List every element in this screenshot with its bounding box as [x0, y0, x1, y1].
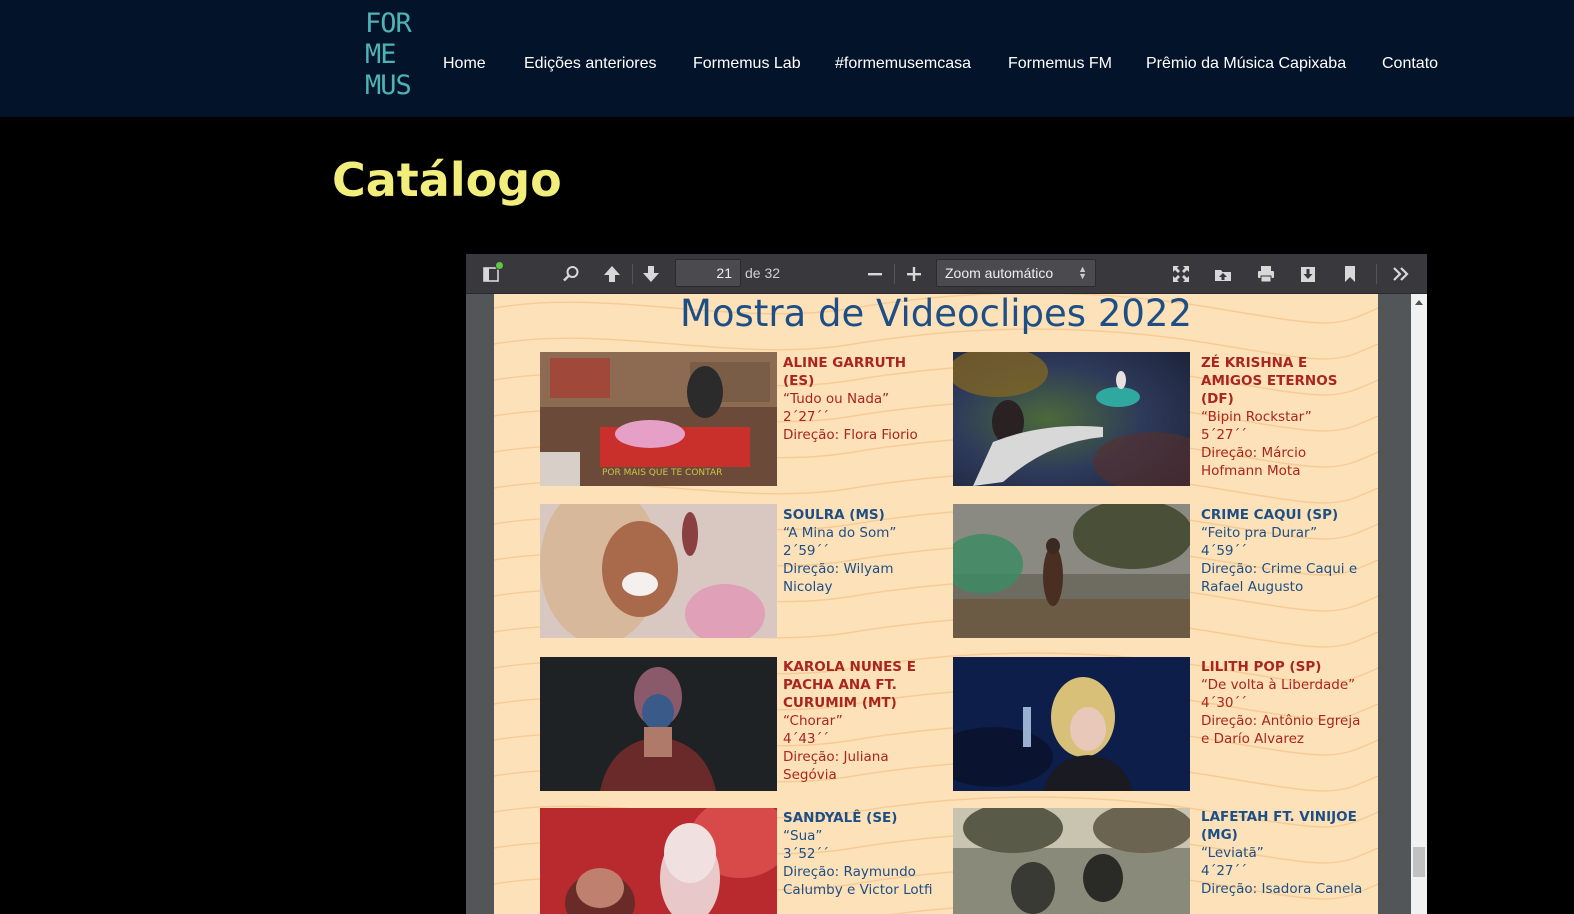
entry-duration: 4´59´´ — [1201, 543, 1248, 559]
entry-song: “Tudo ou Nada” — [783, 391, 890, 407]
open-file-icon — [1215, 270, 1231, 281]
entry-duration: 4´43´´ — [783, 731, 830, 747]
double-chevron-right-icon — [1393, 267, 1409, 281]
find-button[interactable] — [557, 260, 585, 288]
vertical-scrollbar[interactable] — [1411, 294, 1427, 914]
nav-formemusemcasa[interactable]: #formemusemcasa — [835, 52, 971, 76]
entry-duration: 4´30´´ — [1201, 695, 1248, 711]
page-number-input[interactable] — [675, 259, 741, 287]
pdf-page-title: Mostra de Videoclipes 2022 — [679, 294, 1193, 335]
entry-duration: 2´27´´ — [783, 409, 830, 425]
entry-direction: Direção: Márcio Hofmann Mota — [1201, 445, 1307, 479]
entry-song: “Sua” — [783, 828, 823, 844]
plus-icon — [907, 267, 921, 281]
printer-icon — [1258, 266, 1274, 283]
entry-artist: LAFETAH FT. VINIJOE (MG) — [1201, 809, 1357, 843]
nav-contato[interactable]: Contato — [1382, 52, 1438, 76]
entry-direction: Direção: Wilyam Nicolay — [783, 561, 894, 595]
arrow-up-icon — [604, 266, 620, 282]
nav-home[interactable]: Home — [443, 52, 486, 76]
pdf-page: Mostra de Videoclipes 2022 POR MAIS QUE … — [494, 294, 1378, 914]
video-entry: ALINE GARRUTH (ES) “Tudo ou Nada” 2´27´´… — [783, 354, 933, 444]
scroll-up-arrow-icon[interactable] — [1415, 300, 1423, 305]
entry-artist: KAROLA NUNES E PACHA ANA FT. CURUMIM (MT… — [783, 659, 916, 711]
next-page-button[interactable] — [637, 260, 665, 288]
entry-song: “Chorar” — [783, 713, 843, 729]
download-button[interactable] — [1294, 260, 1322, 288]
tools-menu-button[interactable] — [1387, 260, 1415, 288]
entry-song: “Leviatã” — [1201, 845, 1264, 861]
site-header: FOR ME MUS Home Edições anteriores Forme… — [0, 0, 1574, 117]
pdf-viewer: de 32 Zoom automático ▲▼ — [466, 254, 1427, 914]
entry-duration: 4´27´´ — [1201, 863, 1248, 879]
entry-direction: Direção: Crime Caqui e Rafael Augusto — [1201, 561, 1358, 595]
entry-artist: SANDYALÊ (SE) — [783, 810, 898, 826]
document-area[interactable]: Mostra de Videoclipes 2022 POR MAIS QUE … — [466, 294, 1411, 914]
entry-song: “Bipin Rockstar” — [1201, 409, 1312, 425]
video-entry: SANDYALÊ (SE) “Sua” 3´52´´ Direção: Raym… — [783, 809, 933, 899]
video-entry: ZÉ KRISHNA E AMIGOS ETERNOS (DF) “Bipin … — [1201, 354, 1366, 480]
page-title: Catálogo — [332, 153, 562, 207]
zoom-select-value: Zoom automático — [945, 265, 1054, 281]
zoom-in-button[interactable] — [900, 260, 928, 288]
entry-direction: Direção: Juliana Segóvia — [783, 749, 889, 783]
download-icon — [1301, 267, 1315, 282]
nav-formemus-fm[interactable]: Formemus FM — [1008, 52, 1112, 76]
pdf-toolbar: de 32 Zoom automático ▲▼ — [466, 254, 1427, 294]
entry-direction: Direção: Flora Fiorio — [783, 427, 918, 443]
entry-duration: 3´52´´ — [783, 846, 830, 862]
print-button[interactable] — [1252, 260, 1280, 288]
entry-artist: ALINE GARRUTH (ES) — [783, 355, 907, 389]
video-entry: KAROLA NUNES E PACHA ANA FT. CURUMIM (MT… — [783, 658, 933, 784]
minus-icon — [868, 273, 882, 276]
video-caption-text: POR MAIS QUE TE CONTAR — [602, 468, 722, 478]
entry-song: “De volta à Liberdade” — [1201, 677, 1356, 693]
entry-duration: 5´27´´ — [1201, 427, 1248, 443]
toolbar-separator — [1376, 264, 1377, 284]
search-icon — [563, 266, 579, 282]
entry-direction: Direção: Antônio Egreja e Darío Alvarez — [1201, 713, 1361, 747]
notification-dot — [495, 261, 504, 270]
video-thumbnail: POR MAIS QUE TE CONTAR — [540, 352, 777, 486]
video-thumbnail — [540, 504, 777, 638]
video-thumbnail — [953, 504, 1190, 638]
entry-artist: LILITH POP (SP) — [1201, 659, 1322, 675]
open-file-button[interactable] — [1209, 260, 1237, 288]
entry-song: “A Mina do Som” — [783, 525, 897, 541]
main-nav: Home Edições anteriores Formemus Lab #fo… — [0, 52, 1574, 78]
video-entry: CRIME CAQUI (SP) “Feito pra Durar” 4´59´… — [1201, 506, 1366, 596]
video-entry: SOULRA (MS) “A Mina do Som” 2´59´´ Direç… — [783, 506, 933, 596]
arrow-down-icon — [643, 266, 659, 282]
video-thumbnail — [953, 808, 1190, 914]
nav-formemus-lab[interactable]: Formemus Lab — [693, 52, 801, 76]
zoom-select[interactable]: Zoom automático ▲ ▼ — [936, 259, 1096, 287]
presentation-mode-button[interactable] — [1167, 260, 1195, 288]
logo-line: FOR — [365, 8, 412, 39]
entry-artist: CRIME CAQUI (SP) — [1201, 507, 1339, 523]
previous-page-button[interactable] — [598, 260, 626, 288]
page-count-label: de 32 — [745, 265, 781, 281]
video-thumbnail — [953, 352, 1190, 486]
entry-direction: Direção: Raymundo Calumby e Victor Lotfi — [783, 864, 933, 898]
toolbar-separator — [632, 264, 633, 284]
video-entry: LAFETAH FT. VINIJOE (MG) “Leviatã” 4´27´… — [1201, 808, 1366, 898]
toolbar-separator — [894, 264, 895, 284]
entry-song: “Feito pra Durar” — [1201, 525, 1318, 541]
entry-direction: Direção: Isadora Canela — [1201, 881, 1363, 897]
video-thumbnail — [953, 657, 1190, 791]
video-thumbnail — [540, 657, 777, 791]
entry-artist: ZÉ KRISHNA E AMIGOS ETERNOS (DF) — [1201, 355, 1338, 407]
video-thumbnail — [540, 808, 777, 914]
zoom-out-button[interactable] — [861, 260, 889, 288]
video-entry: LILITH POP (SP) “De volta à Liberdade” 4… — [1201, 658, 1366, 748]
select-arrows-icon: ▲ ▼ — [1078, 264, 1087, 281]
entry-duration: 2´59´´ — [783, 543, 830, 559]
bookmark-icon — [1345, 266, 1355, 282]
nav-premio-musica-capixaba[interactable]: Prêmio da Música Capixaba — [1146, 52, 1346, 76]
scrollbar-thumb[interactable] — [1413, 847, 1425, 877]
nav-edicoes-anteriores[interactable]: Edições anteriores — [524, 52, 657, 76]
entry-artist: SOULRA (MS) — [783, 507, 885, 523]
bookmark-button[interactable] — [1336, 260, 1364, 288]
fullscreen-icon — [1173, 266, 1189, 282]
